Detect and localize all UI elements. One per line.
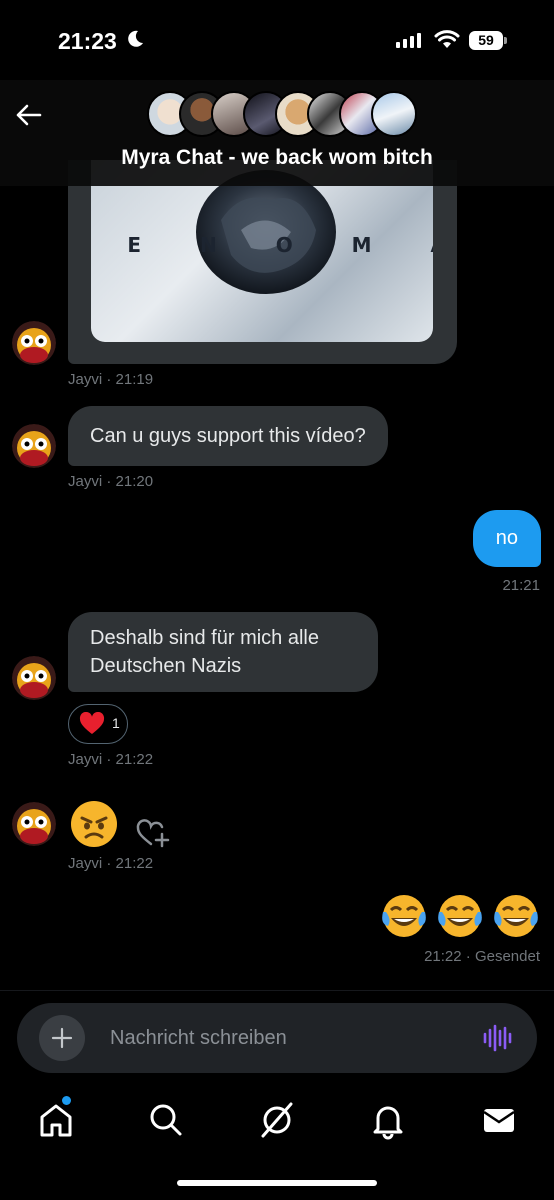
angry-face-emoji[interactable] xyxy=(70,800,118,848)
message-meta: 21:22 · Gesendet xyxy=(424,948,540,965)
search-icon[interactable] xyxy=(146,1100,186,1140)
avatar[interactable] xyxy=(12,656,56,700)
add-attachment-button[interactable] xyxy=(39,1015,85,1061)
message-list[interactable]: G E N O M A Jayvi · 21:19 Can u guys sup… xyxy=(0,80,554,990)
messages-envelope-icon[interactable] xyxy=(479,1100,519,1140)
battery-icon: 59 xyxy=(469,31,507,50)
home-indicator xyxy=(177,1180,377,1186)
voice-message-icon[interactable] xyxy=(481,1022,513,1054)
focus-moon-icon xyxy=(128,30,143,47)
message-text-line: Deshalb sind für mich alle xyxy=(90,627,319,649)
status-bar: 21:23 59 xyxy=(0,0,554,80)
wifi-icon xyxy=(434,30,460,48)
video-thumbnail[interactable]: G E N O M A xyxy=(91,160,433,342)
thumbnail-art: G E N O M A xyxy=(91,170,433,294)
message-composer xyxy=(17,1003,537,1073)
laughing-tears-emoji xyxy=(438,895,482,937)
avatar xyxy=(371,91,417,137)
avatar[interactable] xyxy=(12,321,56,365)
group-avatars[interactable] xyxy=(147,91,417,137)
avatar[interactable] xyxy=(12,424,56,468)
message-meta: Jayvi · 21:20 xyxy=(68,473,154,490)
laughing-tears-emoji xyxy=(494,895,538,937)
notifications-bell-icon[interactable] xyxy=(368,1100,408,1140)
outgoing-emoji-message[interactable] xyxy=(380,892,540,940)
chat-header: Myra Chat - we back wom bitch xyxy=(0,80,554,186)
composer-bar xyxy=(0,990,554,1084)
message-input[interactable] xyxy=(110,1015,450,1061)
home-icon[interactable] xyxy=(36,1100,76,1140)
cellular-signal-icon xyxy=(396,32,421,48)
notification-dot xyxy=(62,1096,71,1105)
message-meta: Jayvi · 21:19 xyxy=(68,371,154,388)
laughing-tears-emoji xyxy=(382,895,426,937)
message-meta: Jayvi · 21:22 xyxy=(68,855,154,872)
message-meta: 21:21 xyxy=(502,577,540,594)
thumbnail-title: G E N O M A xyxy=(91,233,433,257)
chat-title[interactable]: Myra Chat - we back wom bitch xyxy=(0,146,554,170)
message-text-line: Deutschen Nazis xyxy=(90,655,242,677)
reaction-badge[interactable]: 1 xyxy=(68,704,128,744)
media-message[interactable]: G E N O M A xyxy=(68,160,457,364)
heart-reaction-icon xyxy=(79,712,105,734)
battery-level: 59 xyxy=(469,31,503,50)
back-arrow-icon[interactable] xyxy=(12,98,46,132)
bottom-tab-bar xyxy=(0,1084,554,1200)
message-bubble[interactable]: Deshalb sind für mich alle Deutschen Naz… xyxy=(68,612,378,692)
reaction-count: 1 xyxy=(112,715,120,731)
add-reaction-icon[interactable] xyxy=(136,818,170,848)
avatar[interactable] xyxy=(12,802,56,846)
message-meta: Jayvi · 21:22 xyxy=(68,751,154,768)
status-time: 21:23 xyxy=(58,28,117,54)
plus-icon xyxy=(51,1027,73,1049)
message-bubble[interactable]: Can u guys support this vídeo? xyxy=(68,406,388,466)
grok-icon[interactable] xyxy=(257,1100,297,1140)
outgoing-message-bubble[interactable]: no xyxy=(472,510,541,567)
